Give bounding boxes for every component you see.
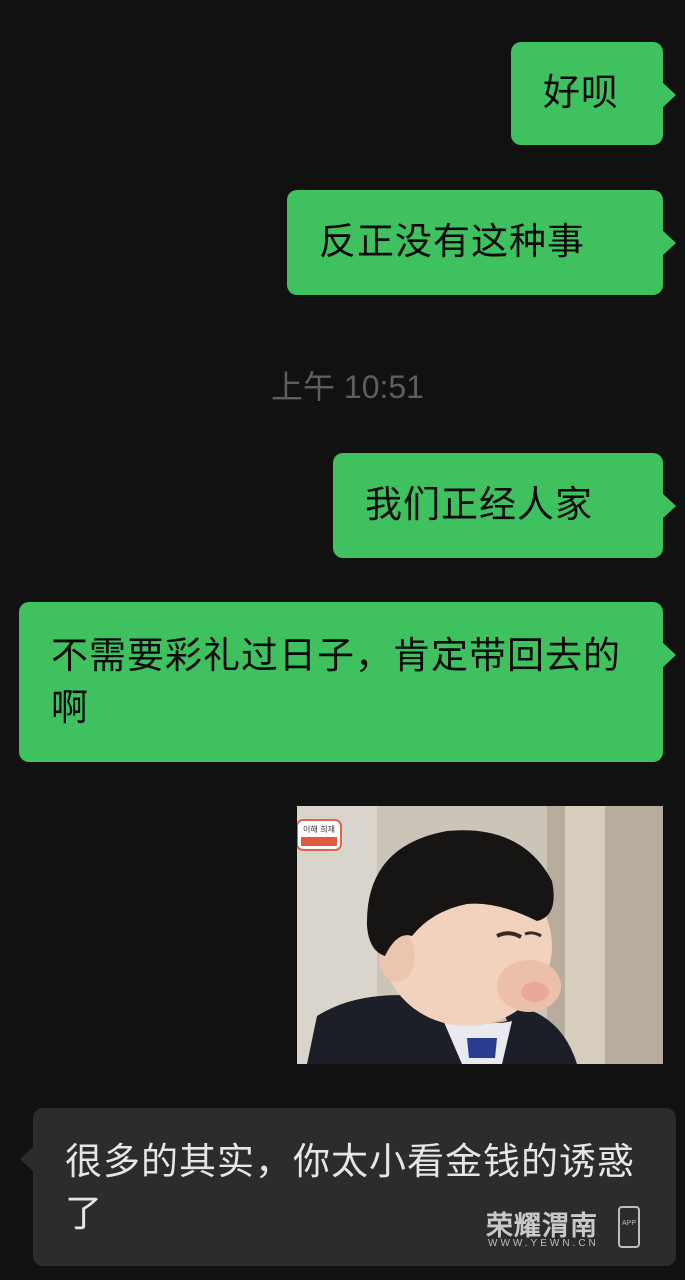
watermark-url: WWW.YEWN.CN (488, 1238, 599, 1249)
phone-icon: APP (618, 1206, 640, 1248)
message-text: 好呗 (543, 71, 619, 114)
message-timestamp: 上午 10:51 (271, 369, 424, 405)
chat-screen: 好呗 反正没有这种事 上午 10:51 我们正经人家 不需要彩礼过日子，肯定带回… (0, 0, 685, 1280)
photo-caption-text: 이해 희재 (303, 824, 335, 834)
message-text: 不需要彩礼过日子，肯定带回去的啊 (51, 634, 621, 729)
message-bubble-outgoing[interactable]: 我们正经人家 (333, 453, 676, 558)
message-bubble-outgoing[interactable]: 不需要彩礼过日子，肯定带回去的啊 (19, 602, 676, 762)
child-photo-image: 이해 희재 (297, 806, 663, 1064)
image-message[interactable]: 이해 희재 (297, 806, 663, 1064)
watermark-logo: 荣耀渭南 WWW.YEWN.CN APP (486, 1204, 646, 1254)
message-text: 我们正经人家 (365, 483, 593, 526)
message-bubble-outgoing[interactable]: 好呗 (511, 42, 676, 145)
message-text: 反正没有这种事 (319, 220, 585, 263)
message-bubble-outgoing[interactable]: 反正没有这种事 (287, 190, 676, 295)
watermark-badge: APP (621, 1220, 636, 1227)
